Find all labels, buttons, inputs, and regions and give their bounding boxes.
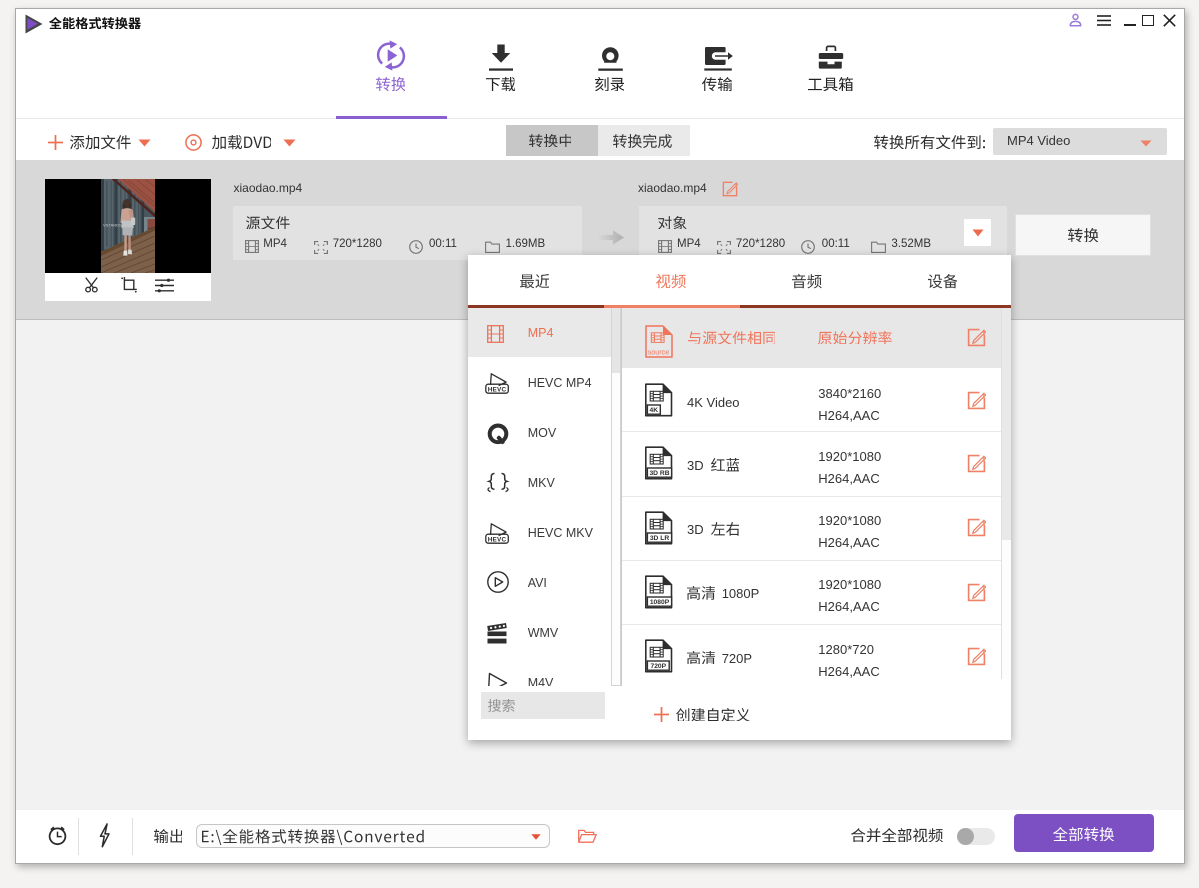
svg-text:4K: 4K xyxy=(649,407,658,414)
svg-text:VSTANDS: VSTANDS xyxy=(103,223,122,228)
svg-text:HEVC: HEVC xyxy=(488,537,507,544)
svg-text:1080P: 1080P xyxy=(649,599,669,606)
svg-text:HEVC: HEVC xyxy=(488,387,507,394)
svg-text:3D LR: 3D LR xyxy=(649,535,668,542)
svg-text:source: source xyxy=(648,348,670,357)
svg-text:3D RB: 3D RB xyxy=(649,470,669,477)
svg-text:720P: 720P xyxy=(650,663,666,670)
